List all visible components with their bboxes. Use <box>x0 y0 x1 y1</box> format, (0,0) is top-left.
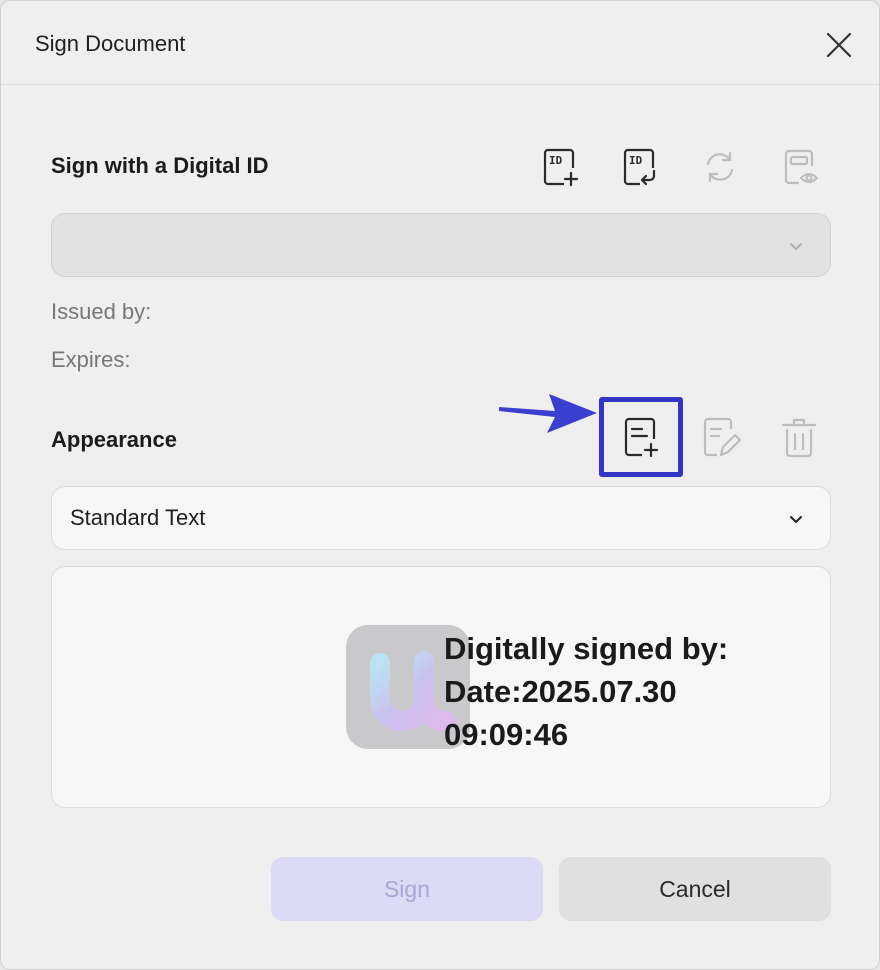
import-digital-id-button[interactable]: ID <box>616 143 664 191</box>
view-digital-id-button[interactable] <box>776 143 824 191</box>
appearance-heading: Appearance <box>51 427 177 452</box>
svg-text:ID: ID <box>629 154 643 167</box>
signature-preview: Digitally signed by: Date:2025.07.30 09:… <box>51 566 831 808</box>
edit-appearance-icon <box>703 417 742 457</box>
chevron-down-icon <box>790 516 802 523</box>
dialog-titlebar: Sign Document <box>1 1 879 85</box>
close-button[interactable] <box>819 25 859 65</box>
issued-by-label: Issued by: <box>51 299 152 324</box>
svg-text:ID: ID <box>549 154 563 167</box>
preview-line-date: Date:2025.07.30 <box>444 674 677 709</box>
digital-id-select[interactable] <box>51 213 831 277</box>
import-id-icon: ID <box>623 148 656 186</box>
cancel-button[interactable]: Cancel <box>559 857 831 921</box>
digital-id-heading: Sign with a Digital ID <box>51 153 269 178</box>
add-digital-id-button[interactable]: ID <box>536 143 584 191</box>
add-id-icon: ID <box>543 148 579 187</box>
preview-line-signed-by: Digitally signed by: <box>444 631 729 666</box>
chevron-down-icon <box>790 243 802 250</box>
preview-line-time: 09:09:46 <box>444 717 569 752</box>
edit-appearance-button[interactable] <box>697 413 745 461</box>
view-id-icon <box>784 149 819 185</box>
new-appearance-button[interactable] <box>617 413 665 461</box>
refresh-icon <box>706 151 734 183</box>
dialog-title: Sign Document <box>35 31 186 56</box>
expires-label: Expires: <box>51 347 131 372</box>
appearance-select[interactable]: Standard Text <box>51 486 831 550</box>
sign-button[interactable]: Sign <box>271 857 543 921</box>
delete-appearance-button[interactable] <box>775 413 823 461</box>
sign-document-dialog: Sign Document Sign with a Digital ID ID … <box>0 0 880 970</box>
new-appearance-icon <box>624 417 659 458</box>
signature-preview-text: Digitally signed by: Date:2025.07.30 09:… <box>444 627 728 756</box>
delete-icon <box>781 418 817 458</box>
close-icon <box>826 32 852 58</box>
refresh-button[interactable] <box>696 143 744 191</box>
pointer-arrow <box>499 394 597 433</box>
appearance-select-value: Standard Text <box>70 505 206 530</box>
